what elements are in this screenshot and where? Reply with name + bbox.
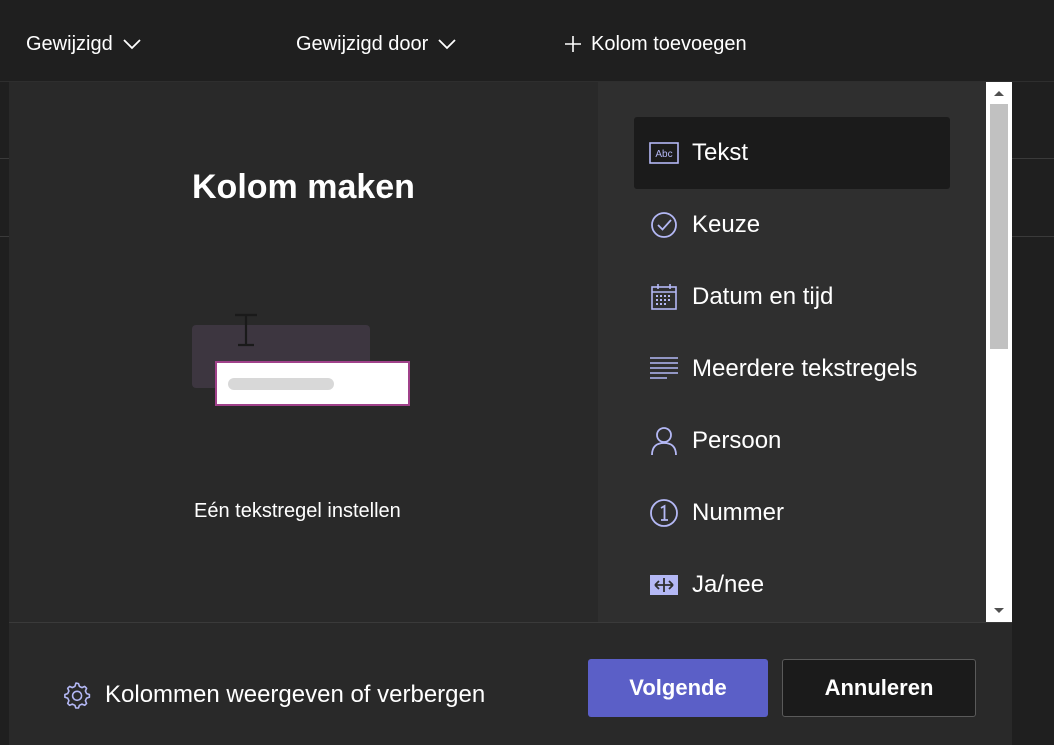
- panel-footer: Kolommen weergeven of verbergen Volgende…: [9, 622, 1012, 745]
- column-type-label: Tekst: [692, 139, 749, 166]
- show-hide-columns-link[interactable]: Kolommen weergeven of verbergen: [61, 678, 485, 712]
- row-divider: [0, 158, 9, 159]
- column-type-label: Ja/nee: [692, 571, 765, 598]
- column-type-person[interactable]: Persoon: [634, 405, 950, 477]
- row-divider: [0, 236, 9, 237]
- column-header-modified-by[interactable]: Gewijzigd door: [296, 30, 456, 58]
- column-type-list: Abc Tekst Keuze Datum en tijd Meerdere t…: [598, 82, 986, 622]
- row-divider: [1010, 158, 1054, 159]
- cancel-button[interactable]: Annuleren: [782, 659, 976, 717]
- column-type-choice[interactable]: Keuze: [634, 189, 950, 261]
- type-description: Eén tekstregel instellen: [194, 500, 401, 522]
- list-header: Gewijzigd Gewijzigd door Kolom toevoegen: [0, 0, 1054, 82]
- column-type-multiline[interactable]: Meerdere tekstregels: [634, 333, 950, 405]
- column-header-modified[interactable]: Gewijzigd: [26, 30, 141, 58]
- create-column-panel: Kolom maken Eén tekstregel instellen Abc…: [9, 82, 1012, 745]
- add-column-label: Kolom toevoegen: [591, 32, 747, 55]
- chevron-down-icon: [438, 39, 456, 50]
- show-hide-columns-label: Kolommen weergeven of verbergen: [105, 681, 486, 708]
- column-type-number[interactable]: Nummer: [634, 477, 950, 549]
- choice-check-icon: [648, 209, 680, 241]
- column-header-modified-by-label: Gewijzigd door: [296, 32, 429, 55]
- plus-icon: [565, 36, 581, 52]
- person-icon: [648, 425, 680, 457]
- text-abc-icon: Abc: [648, 137, 680, 169]
- column-header-modified-label: Gewijzigd: [26, 32, 113, 55]
- scroll-up-arrow-icon[interactable]: [991, 88, 1007, 98]
- number-icon: [648, 497, 680, 529]
- column-type-datetime[interactable]: Datum en tijd: [634, 261, 950, 333]
- panel-title: Kolom maken: [192, 168, 415, 206]
- list-scrollbar[interactable]: [986, 82, 1012, 622]
- column-type-label: Datum en tijd: [692, 283, 834, 310]
- chevron-down-icon: [123, 39, 141, 50]
- row-divider: [1010, 236, 1054, 237]
- multiline-text-icon: [648, 353, 680, 385]
- next-button[interactable]: Volgende: [588, 659, 768, 717]
- preview-pane: Kolom maken Eén tekstregel instellen: [9, 82, 598, 622]
- column-type-yesno[interactable]: Ja/nee: [634, 549, 950, 621]
- gear-icon: [64, 682, 91, 709]
- calendar-icon: [648, 281, 680, 313]
- column-type-label: Nummer: [692, 499, 785, 526]
- add-column-button[interactable]: Kolom toevoegen: [565, 30, 747, 58]
- svg-text:Abc: Abc: [655, 149, 672, 160]
- column-type-label: Persoon: [692, 427, 782, 454]
- column-type-text[interactable]: Abc Tekst: [634, 117, 950, 189]
- scroll-down-arrow-icon[interactable]: [991, 606, 1007, 616]
- column-type-label: Meerdere tekstregels: [692, 355, 918, 382]
- scrollbar-thumb[interactable]: [990, 104, 1008, 349]
- column-type-label: Keuze: [692, 211, 761, 238]
- yes-no-icon: [648, 569, 680, 601]
- text-field-illustration: [192, 313, 410, 406]
